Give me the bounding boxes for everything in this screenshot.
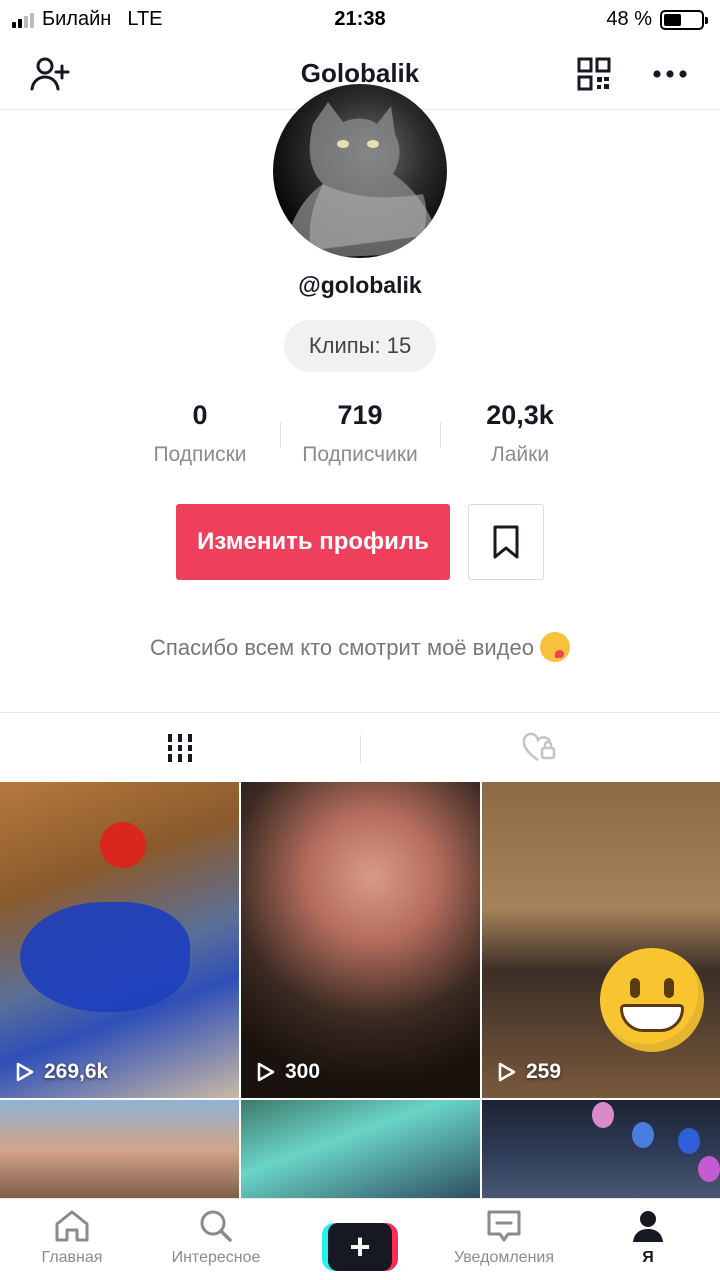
- stat-followers[interactable]: 719 Подписчики: [280, 396, 440, 476]
- play-icon: [257, 1062, 275, 1082]
- cat-photo: [283, 102, 438, 258]
- nav-home[interactable]: Главная: [0, 1199, 144, 1280]
- nav-create[interactable]: +: [288, 1199, 432, 1280]
- stat-following[interactable]: 0 Подписки: [120, 396, 280, 476]
- stat-value: 20,3k: [486, 400, 554, 430]
- status-right: 48 %: [606, 8, 708, 31]
- nav-label: Уведомления: [453, 1249, 555, 1266]
- video-thumbnail[interactable]: 259: [482, 782, 720, 1098]
- battery-percent: 48 %: [606, 8, 652, 30]
- plus-icon: +: [328, 1223, 392, 1271]
- view-count: 269,6k: [44, 1060, 109, 1083]
- stat-label: Подписчики: [302, 443, 418, 466]
- video-views: 269,6k: [16, 1060, 108, 1084]
- favorites-button[interactable]: [468, 504, 544, 580]
- thumbnail-art: [698, 1156, 720, 1182]
- thumbnail-art: [20, 902, 190, 1012]
- play-icon: [16, 1062, 34, 1082]
- video-thumbnail[interactable]: 300: [241, 782, 480, 1098]
- bottom-navigation: Главная Интересное + Уведомления Я: [0, 1198, 720, 1280]
- smiley-emoji-icon: [600, 948, 704, 1052]
- thumbnail-art: [592, 1102, 614, 1128]
- view-count: 300: [285, 1060, 321, 1083]
- stat-label: Лайки: [490, 443, 550, 466]
- video-grid: 269,6k 300 259: [0, 782, 720, 1198]
- profile-stats: 0 Подписки 719 Подписчики 20,3k Лайки: [120, 396, 600, 476]
- edit-profile-button[interactable]: Изменить профиль: [176, 504, 450, 580]
- video-thumbnail[interactable]: [0, 1100, 239, 1198]
- stat-label: Подписки: [153, 443, 247, 466]
- clips-count-badge[interactable]: Клипы: 15: [284, 320, 436, 372]
- battery-icon: [660, 9, 708, 30]
- bookmark-icon: [493, 525, 519, 559]
- view-count: 259: [526, 1060, 562, 1083]
- video-thumbnail[interactable]: [241, 1100, 480, 1198]
- search-icon: [200, 1210, 232, 1242]
- videos-grid-icon: [167, 733, 193, 762]
- video-views: 300: [257, 1060, 320, 1084]
- tab-liked[interactable]: [360, 713, 720, 782]
- nav-notifications[interactable]: Уведомления: [432, 1199, 576, 1280]
- person-icon: [633, 1211, 663, 1242]
- thumbnail-art: [632, 1122, 654, 1148]
- liked-private-icon: [522, 732, 556, 761]
- bio: Спасибо всем кто смотрит моё видео: [0, 632, 720, 664]
- more-dots-icon: [653, 70, 687, 78]
- stat-likes[interactable]: 20,3k Лайки: [440, 396, 600, 476]
- play-icon: [498, 1062, 516, 1082]
- qr-code-icon: [577, 57, 611, 91]
- tab-videos[interactable]: [0, 713, 360, 782]
- profile-tabs: [0, 712, 720, 782]
- nav-discover[interactable]: Интересное: [144, 1199, 288, 1280]
- create-video-button[interactable]: +: [322, 1223, 398, 1271]
- video-views: 259: [498, 1060, 561, 1084]
- more-options-button[interactable]: [648, 54, 692, 94]
- stat-value: 719: [337, 400, 383, 430]
- kiss-emoji-icon: [539, 632, 570, 662]
- home-icon: [55, 1210, 89, 1242]
- status-bar: Билайн LTE 21:38 48 %: [0, 0, 720, 40]
- thumbnail-art: [678, 1128, 700, 1154]
- nav-label: Интересное: [171, 1249, 261, 1266]
- qr-code-button[interactable]: [572, 54, 616, 94]
- nav-me[interactable]: Я: [576, 1199, 720, 1280]
- bio-text: Спасибо всем кто смотрит моё видео: [150, 634, 534, 660]
- username: @golobalik: [298, 272, 422, 298]
- video-thumbnail[interactable]: [482, 1100, 720, 1198]
- stat-value: 0: [192, 400, 208, 430]
- inbox-icon: [487, 1210, 521, 1242]
- avatar[interactable]: [273, 84, 447, 258]
- video-thumbnail[interactable]: 269,6k: [0, 782, 239, 1098]
- nav-label: Главная: [41, 1249, 103, 1266]
- thumbnail-art: [100, 822, 146, 868]
- nav-label: Я: [642, 1249, 654, 1266]
